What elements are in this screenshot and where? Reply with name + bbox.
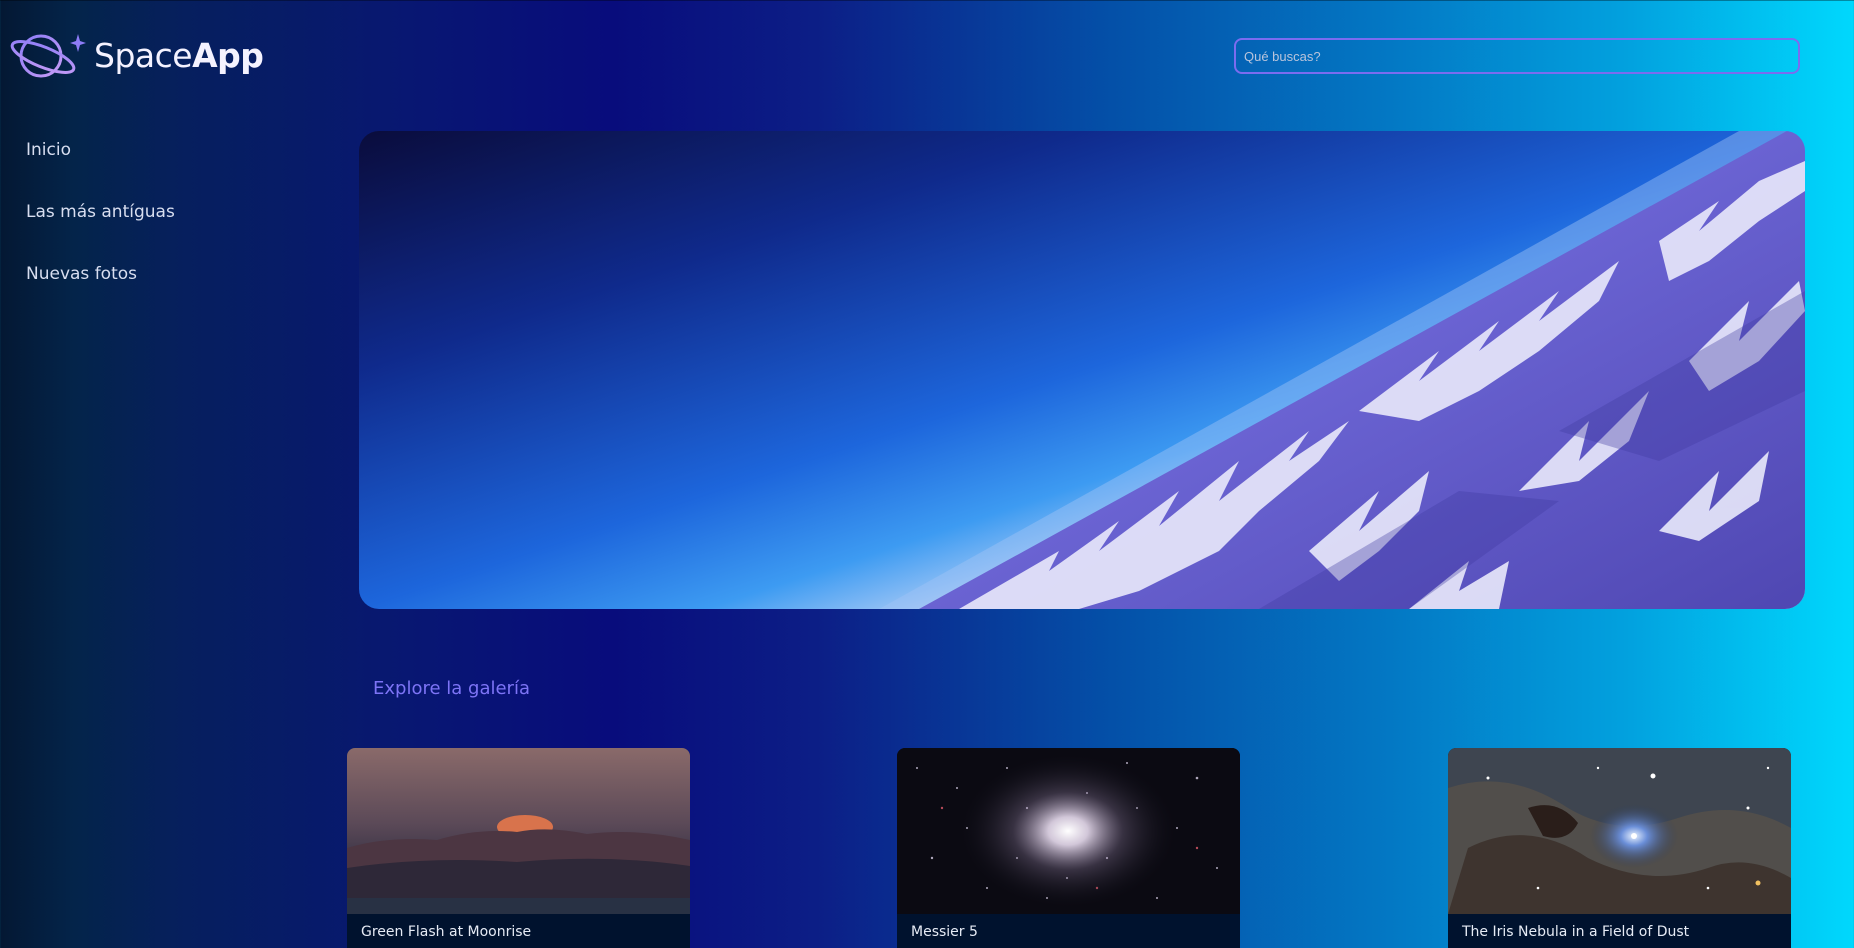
brand-name-part2: App <box>192 35 264 75</box>
card-image-moonrise[interactable] <box>347 748 690 914</box>
sidebar-item-nuevas-fotos[interactable]: Nuevas fotos <box>26 256 286 292</box>
brand-name: SpaceApp <box>94 35 264 75</box>
card-title: The Iris Nebula in a Field of Dust <box>1448 914 1791 948</box>
brand-logo[interactable]: SpaceApp <box>8 22 298 88</box>
card-title: Messier 5 <box>897 914 1240 948</box>
gallery-title: Explore la galería <box>373 678 530 699</box>
sidebar-item-mas-antiguas[interactable]: Las más antíguas <box>26 194 286 230</box>
sidebar-nav: Inicio Las más antíguas Nuevas fotos <box>26 132 286 318</box>
gallery-card[interactable]: The Iris Nebula in a Field of Dust <box>1448 748 1791 948</box>
top-border <box>0 0 1854 1</box>
hero-banner <box>359 131 1805 609</box>
card-title: Green Flash at Moonrise <box>347 914 690 948</box>
gallery-card[interactable]: Green Flash at Moonrise <box>347 748 690 948</box>
brand-name-part1: Space <box>94 35 193 75</box>
gallery-card[interactable]: Messier 5 <box>897 748 1240 948</box>
banner-image <box>359 131 1805 609</box>
search-input[interactable] <box>1234 38 1800 74</box>
planet-logo-icon <box>10 34 86 78</box>
card-image-star-cluster[interactable] <box>897 748 1240 914</box>
card-image-iris-nebula[interactable] <box>1448 748 1791 914</box>
sidebar-item-inicio[interactable]: Inicio <box>26 132 286 168</box>
